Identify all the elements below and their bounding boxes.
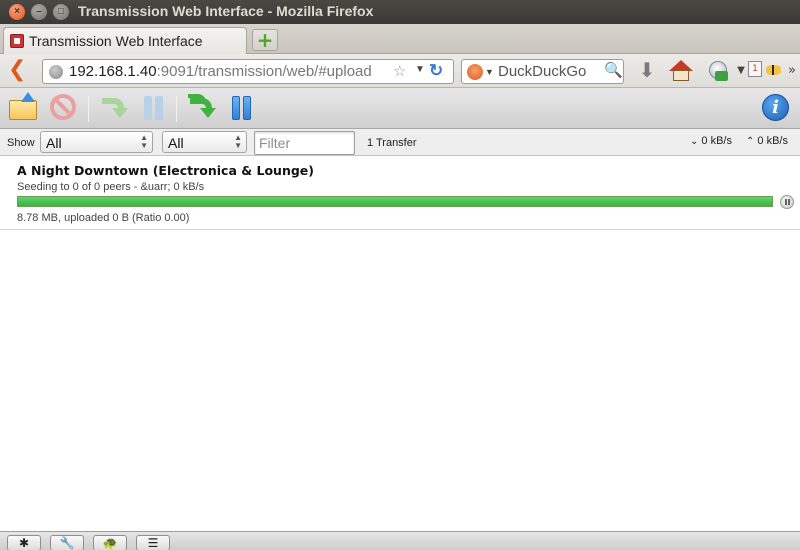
filter-input[interactable] <box>254 131 355 155</box>
download-rate: ⌄ 0 kB/s <box>690 135 732 147</box>
updown-arrows-icon: ▲ ▼ <box>140 133 148 150</box>
window-close-button[interactable]: × <box>9 4 25 20</box>
info-icon[interactable]: i <box>760 92 792 124</box>
torrent-row[interactable]: A Night Downtown (Electronica & Lounge) … <box>0 156 800 230</box>
torrent-progress-bar <box>17 196 773 207</box>
upload-arrow-icon: ⌃ <box>746 136 755 147</box>
downloads-icon[interactable]: ⬇ <box>637 60 657 82</box>
upload-rate: ⌃ 0 kB/s <box>746 135 788 147</box>
open-torrent-icon[interactable] <box>8 92 40 124</box>
toolbar-separator <box>88 96 89 122</box>
search-engine-dropdown-icon[interactable]: ▼ <box>485 67 494 77</box>
tab-label: Transmission Web Interface <box>29 33 203 49</box>
updown-arrows-icon: ▲ ▼ <box>234 133 242 150</box>
url-text[interactable]: 192.168.1.40:9091/transmission/web/#uplo… <box>69 63 372 80</box>
download-arrow-icon: ⌄ <box>690 136 699 147</box>
bookmark-star-icon[interactable]: ☆ <box>393 62 406 80</box>
remove-torrent-icon[interactable] <box>48 92 80 124</box>
window-title-bar: × – □ Transmission Web Interface - Mozil… <box>0 0 800 24</box>
turtle-icon[interactable]: 🐢 <box>93 535 127 550</box>
url-history-dropdown-icon[interactable]: ▼ <box>415 64 425 75</box>
bottom-toolbar: ✱ 🔧 🐢 ☰ <box>0 531 800 550</box>
search-icon[interactable]: 🔍 <box>604 61 623 79</box>
home-icon[interactable] <box>668 60 694 82</box>
transmission-favicon-icon <box>10 34 24 48</box>
transfer-count: 1 Transfer <box>367 137 417 149</box>
filter-bar: Show All ▲▼ All ▲▼ 1 Transfer ⌄0 kB/s ⌃0… <box>0 129 800 156</box>
torrent-name: A Night Downtown (Electronica & Lounge) <box>17 163 314 178</box>
settings-icon[interactable]: ✱ <box>7 535 41 550</box>
tracker-filter-select[interactable]: All ▲ ▼ <box>162 131 247 153</box>
transmission-toolbar: i <box>0 88 800 129</box>
preferences-icon[interactable]: 🔧 <box>50 535 84 550</box>
toolbar-overflow-icon[interactable]: » <box>786 60 798 82</box>
browser-tab[interactable]: Transmission Web Interface <box>3 27 247 54</box>
torrent-pause-icon[interactable] <box>780 195 794 209</box>
firebug-icon[interactable] <box>766 60 782 82</box>
pause-all-icon[interactable] <box>224 92 256 124</box>
show-label: Show <box>7 137 35 149</box>
status-filter-select[interactable]: All ▲ ▼ <box>40 131 153 153</box>
globe-icon <box>49 65 63 79</box>
window-minimize-button[interactable]: – <box>31 4 47 20</box>
extension-dropdown-icon[interactable]: ▼ <box>736 60 746 82</box>
search-bar[interactable]: ▼ DuckDuckGo 🔍 <box>461 59 624 84</box>
torrent-details: 8.78 MB, uploaded 0 B (Ratio 0.00) <box>17 212 190 224</box>
resume-all-icon[interactable] <box>186 92 218 124</box>
window-maximize-button[interactable]: □ <box>53 4 69 20</box>
sort-icon[interactable]: ☰ <box>136 535 170 550</box>
addon-badge-icon[interactable]: 1 <box>748 60 764 82</box>
toolbar-separator <box>176 96 177 122</box>
torrent-progress-fill <box>18 197 772 206</box>
reload-icon[interactable]: ↻ <box>429 61 443 81</box>
duckduckgo-icon[interactable] <box>467 64 483 80</box>
window-title: Transmission Web Interface - Mozilla Fir… <box>78 3 374 19</box>
resume-selected-icon[interactable] <box>98 92 130 124</box>
tab-strip: Transmission Web Interface + <box>0 24 800 54</box>
navigation-bar: ❮ 192.168.1.40:9091/transmission/web/#up… <box>0 54 800 88</box>
url-bar[interactable]: 192.168.1.40:9091/transmission/web/#uplo… <box>42 59 454 84</box>
new-tab-button[interactable]: + <box>252 29 278 51</box>
back-icon[interactable]: ❮ <box>8 59 30 82</box>
torrent-peer-status: Seeding to 0 of 0 peers - &uarr; 0 kB/s <box>17 181 205 193</box>
extension-icon[interactable] <box>708 60 730 82</box>
search-placeholder[interactable]: DuckDuckGo <box>498 63 586 80</box>
pause-selected-icon[interactable] <box>136 92 168 124</box>
